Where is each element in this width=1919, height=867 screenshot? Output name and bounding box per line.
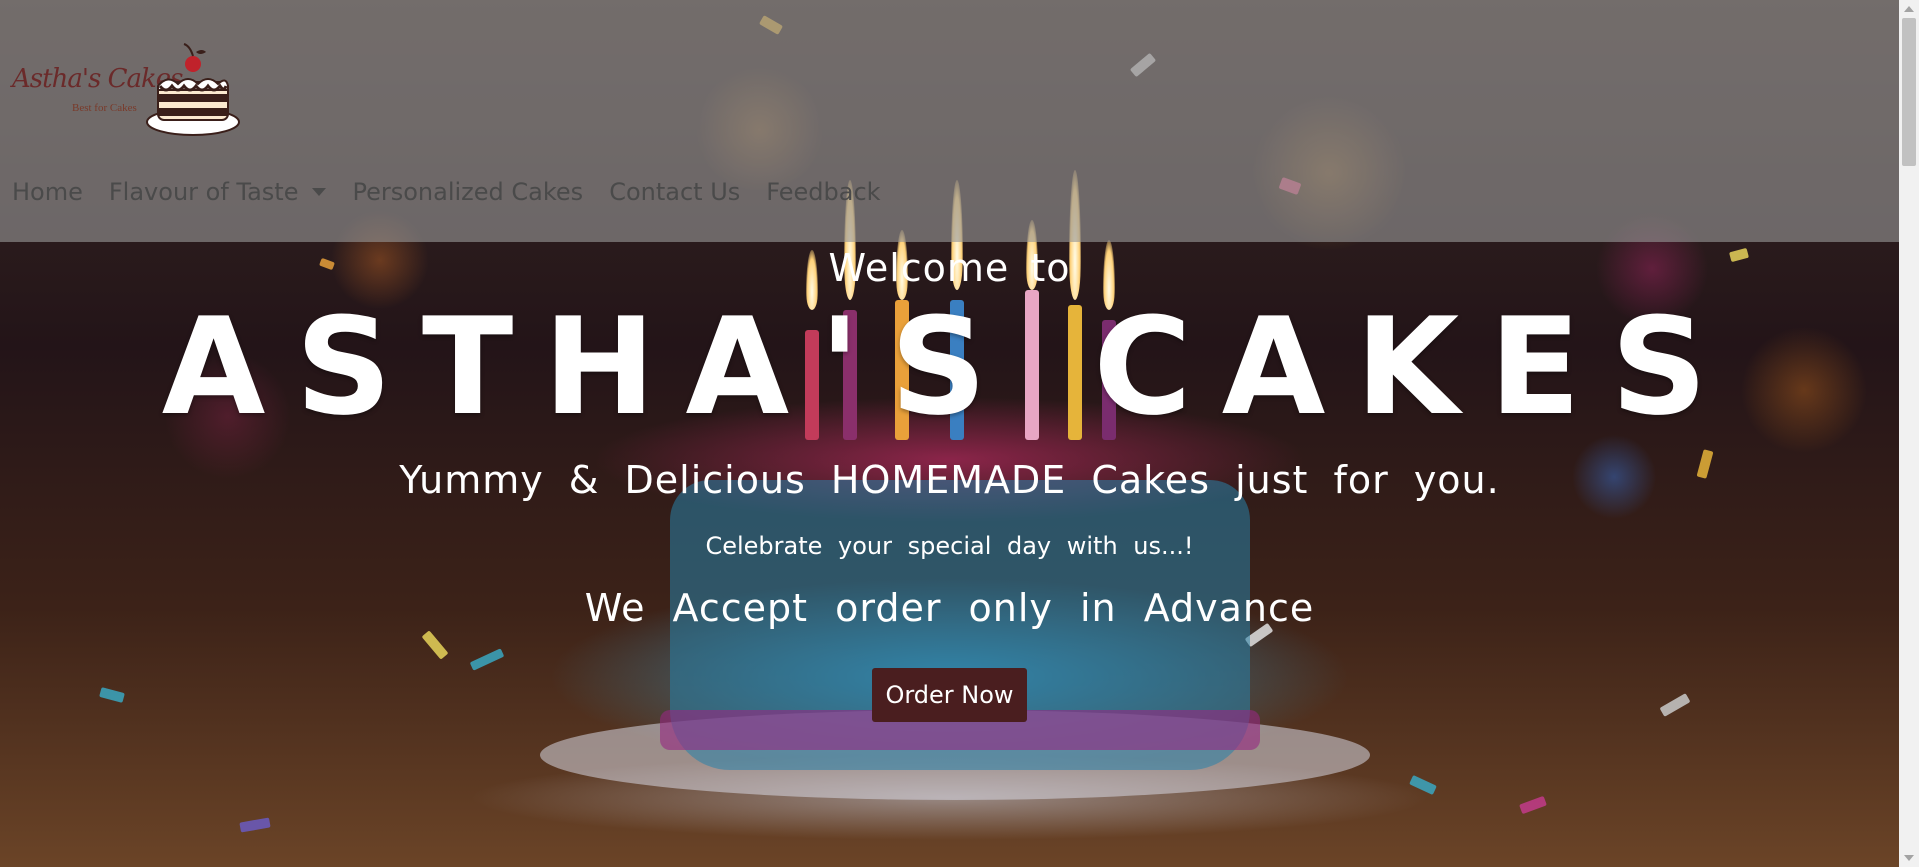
hero-advance-note: We Accept order only in Advance bbox=[584, 586, 1315, 630]
scrollbar-thumb[interactable] bbox=[1902, 18, 1916, 166]
logo-tagline: Best for Cakes bbox=[72, 102, 137, 114]
main-nav: Home Flavour of Taste Personalized Cakes… bbox=[12, 178, 907, 206]
nav-home[interactable]: Home bbox=[12, 178, 83, 206]
nav-feedback[interactable]: Feedback bbox=[766, 178, 880, 206]
nav-contact-label: Contact Us bbox=[609, 178, 741, 206]
confetti bbox=[1519, 795, 1547, 815]
hero-title: ASTHA'S CAKES bbox=[161, 289, 1738, 445]
nav-contact-us[interactable]: Contact Us bbox=[609, 178, 740, 206]
confetti bbox=[1409, 774, 1437, 796]
vertical-scrollbar[interactable] bbox=[1899, 0, 1919, 867]
hero-tagline: Yummy & Delicious HOMEMADE Cakes just fo… bbox=[399, 458, 1500, 502]
hero-section: Welcome to ASTHA'S CAKES Yummy & Delicio… bbox=[0, 242, 1899, 722]
nav-personalized-cakes[interactable]: Personalized Cakes bbox=[352, 178, 583, 206]
hero-welcome: Welcome to bbox=[828, 246, 1071, 290]
hero-subtitle: Celebrate your special day with us...! bbox=[705, 532, 1194, 560]
nav-home-label: Home bbox=[12, 178, 83, 206]
order-now-button[interactable]: Order Now bbox=[872, 668, 1027, 722]
navbar: Astha's Cakes Best for Cakes Home Flavou… bbox=[0, 0, 1899, 242]
nav-personalized-label: Personalized Cakes bbox=[352, 178, 584, 206]
brand-logo[interactable]: Astha's Cakes Best for Cakes bbox=[12, 40, 242, 140]
scroll-down-arrow-icon[interactable] bbox=[1904, 855, 1914, 861]
caret-down-icon bbox=[312, 188, 327, 196]
cake-logo-icon bbox=[146, 43, 240, 136]
nav-flavour-label: Flavour of Taste bbox=[108, 178, 299, 206]
nav-feedback-label: Feedback bbox=[766, 178, 881, 206]
scroll-up-arrow-icon[interactable] bbox=[1904, 6, 1914, 12]
nav-flavour-of-taste-dropdown[interactable]: Flavour of Taste bbox=[109, 178, 327, 206]
confetti bbox=[239, 817, 271, 833]
